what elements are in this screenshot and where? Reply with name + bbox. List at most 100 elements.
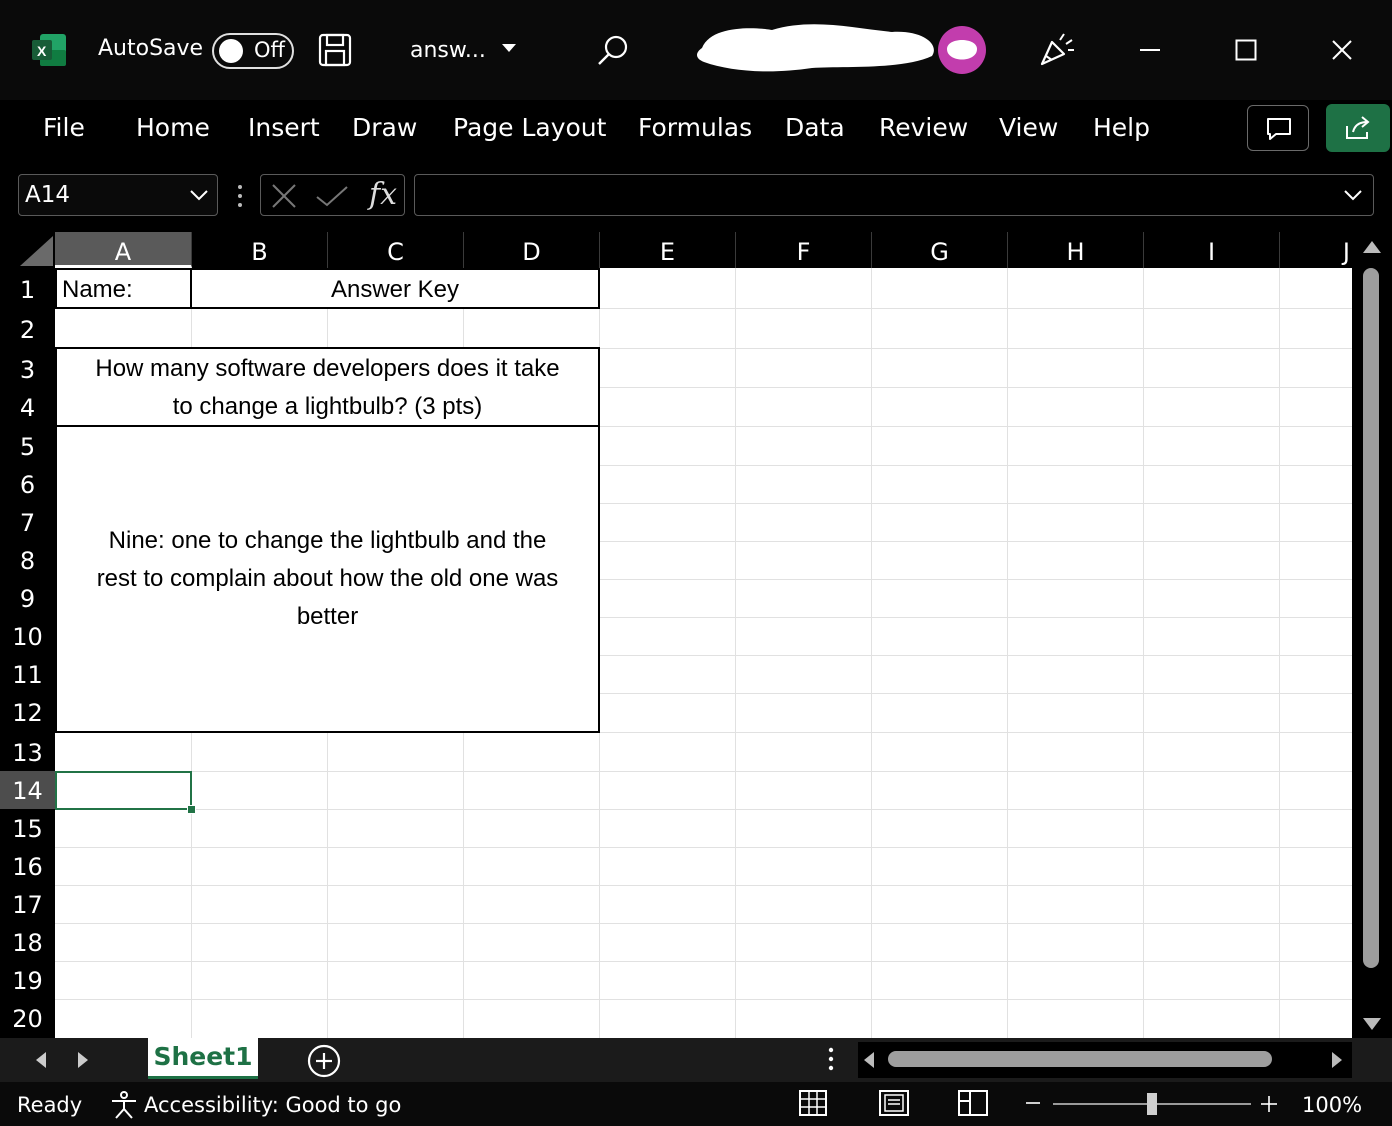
name-box[interactable]: A14	[18, 174, 218, 216]
worksheet-grid[interactable]: Name: Answer Key How many software devel…	[55, 268, 1352, 1038]
row-header-9[interactable]: 9	[0, 579, 55, 617]
sheet-tab-sheet1[interactable]: Sheet1	[148, 1038, 258, 1079]
zoom-out-icon[interactable]	[1024, 1095, 1042, 1111]
chevron-down-icon[interactable]	[189, 189, 209, 201]
svg-text:X: X	[37, 43, 47, 59]
row-header-17[interactable]: 17	[0, 885, 55, 923]
column-header-h[interactable]: H	[1008, 232, 1144, 268]
cell-a1[interactable]: Name:	[55, 268, 192, 309]
next-sheet-icon[interactable]	[76, 1050, 90, 1070]
column-header-c[interactable]: C	[328, 232, 464, 268]
question-line-2: to change a lightbulb? (3 pts)	[172, 393, 483, 420]
scroll-left-icon[interactable]	[862, 1050, 876, 1070]
dropdown-icon[interactable]	[500, 42, 518, 54]
row-header-2[interactable]: 2	[0, 310, 55, 348]
column-header-g[interactable]: G	[872, 232, 1008, 268]
zoom-in-icon[interactable]	[1260, 1095, 1278, 1113]
column-header-j[interactable]: J	[1280, 232, 1352, 268]
account-avatar-icon[interactable]	[937, 25, 987, 75]
zoom-slider-thumb[interactable]	[1147, 1093, 1157, 1115]
column-header-f[interactable]: F	[736, 232, 872, 268]
scroll-down-icon[interactable]	[1362, 1017, 1382, 1031]
row-header-6[interactable]: 6	[0, 465, 55, 503]
add-sheet-icon[interactable]	[306, 1043, 342, 1079]
answer-line-2: rest to complain about how the old one w…	[96, 565, 559, 592]
toggle-knob	[219, 39, 243, 63]
status-ready: Ready	[17, 1093, 83, 1117]
share-button[interactable]	[1326, 104, 1390, 152]
page-layout-view-icon[interactable]	[879, 1090, 909, 1116]
select-all-corner[interactable]	[0, 232, 55, 268]
redacted-account-name	[697, 24, 934, 72]
row-header-11[interactable]: 11	[0, 655, 55, 693]
close-icon[interactable]	[1331, 39, 1353, 61]
tab-view[interactable]: View	[999, 113, 1058, 142]
cancel-entry-icon[interactable]	[271, 183, 297, 209]
file-name[interactable]: answ...	[410, 38, 486, 63]
question-cell[interactable]: How many software developers does it tak…	[55, 347, 600, 427]
row-header-8[interactable]: 8	[0, 541, 55, 579]
row-header-7[interactable]: 7	[0, 503, 55, 541]
horizontal-scroll-thumb[interactable]	[888, 1051, 1272, 1067]
column-header-e[interactable]: E	[600, 232, 736, 268]
column-header-a[interactable]: A	[55, 232, 192, 268]
celebrate-icon[interactable]	[1038, 30, 1076, 68]
prev-sheet-icon[interactable]	[34, 1050, 48, 1070]
row-header-10[interactable]: 10	[0, 617, 55, 655]
search-icon[interactable]	[596, 33, 630, 67]
cell-b1-merged[interactable]: Answer Key	[190, 268, 600, 309]
maximize-icon[interactable]	[1235, 39, 1257, 61]
zoom-level[interactable]: 100%	[1302, 1093, 1362, 1117]
expand-formula-icon[interactable]	[1343, 189, 1363, 201]
column-header-b[interactable]: B	[192, 232, 328, 268]
row-header-4[interactable]: 4	[0, 388, 55, 426]
tab-page-layout[interactable]: Page Layout	[453, 113, 606, 142]
tab-help[interactable]: Help	[1093, 113, 1150, 142]
tab-review[interactable]: Review	[879, 113, 968, 142]
tab-data[interactable]: Data	[785, 113, 845, 142]
autosave-label: AutoSave	[98, 36, 204, 61]
accessibility-status[interactable]: Accessibility: Good to go	[144, 1093, 401, 1117]
save-icon[interactable]	[318, 33, 352, 67]
row-header-15[interactable]: 15	[0, 809, 55, 847]
comment-icon	[1267, 118, 1291, 140]
selected-cell-a14[interactable]	[55, 771, 192, 810]
row-header-20[interactable]: 20	[0, 999, 55, 1037]
accessibility-icon[interactable]	[108, 1090, 140, 1120]
tab-insert[interactable]: Insert	[248, 113, 320, 142]
fill-handle[interactable]	[187, 805, 196, 814]
row-header-1[interactable]: 1	[0, 270, 55, 308]
scroll-right-icon[interactable]	[1330, 1050, 1344, 1070]
minimize-icon[interactable]	[1138, 38, 1162, 62]
column-header-i[interactable]: I	[1144, 232, 1280, 268]
question-line-1: How many software developers does it tak…	[95, 355, 560, 382]
share-icon	[1346, 116, 1370, 139]
row-header-14[interactable]: 14	[0, 771, 55, 809]
tab-split-icon[interactable]	[826, 1046, 836, 1072]
row-header-18[interactable]: 18	[0, 923, 55, 961]
scroll-up-icon[interactable]	[1362, 240, 1382, 254]
autosave-toggle[interactable]: Off	[212, 33, 294, 69]
row-header-12[interactable]: 12	[0, 693, 55, 731]
tab-file[interactable]: File	[43, 113, 85, 142]
tab-draw[interactable]: Draw	[352, 113, 417, 142]
normal-view-icon[interactable]	[799, 1090, 827, 1116]
row-header-5[interactable]: 5	[0, 427, 55, 465]
cell-b1-text: Answer Key	[330, 276, 460, 303]
more-options-icon[interactable]	[236, 184, 244, 208]
tab-formulas[interactable]: Formulas	[638, 113, 752, 142]
page-break-view-icon[interactable]	[958, 1090, 988, 1116]
formula-input[interactable]	[414, 174, 1374, 216]
answer-cell[interactable]: Nine: one to change the lightbulb and th…	[55, 425, 600, 733]
insert-function-button[interactable]: fx	[369, 177, 397, 212]
vertical-scroll-thumb[interactable]	[1363, 268, 1379, 968]
name-box-value: A14	[25, 182, 71, 208]
tab-home[interactable]: Home	[136, 113, 210, 142]
row-header-16[interactable]: 16	[0, 847, 55, 885]
row-header-3[interactable]: 3	[0, 350, 55, 388]
comments-button[interactable]	[1247, 105, 1309, 151]
column-header-d[interactable]: D	[464, 232, 600, 268]
row-header-13[interactable]: 13	[0, 733, 55, 771]
confirm-entry-icon[interactable]	[315, 185, 349, 207]
row-header-19[interactable]: 19	[0, 961, 55, 999]
